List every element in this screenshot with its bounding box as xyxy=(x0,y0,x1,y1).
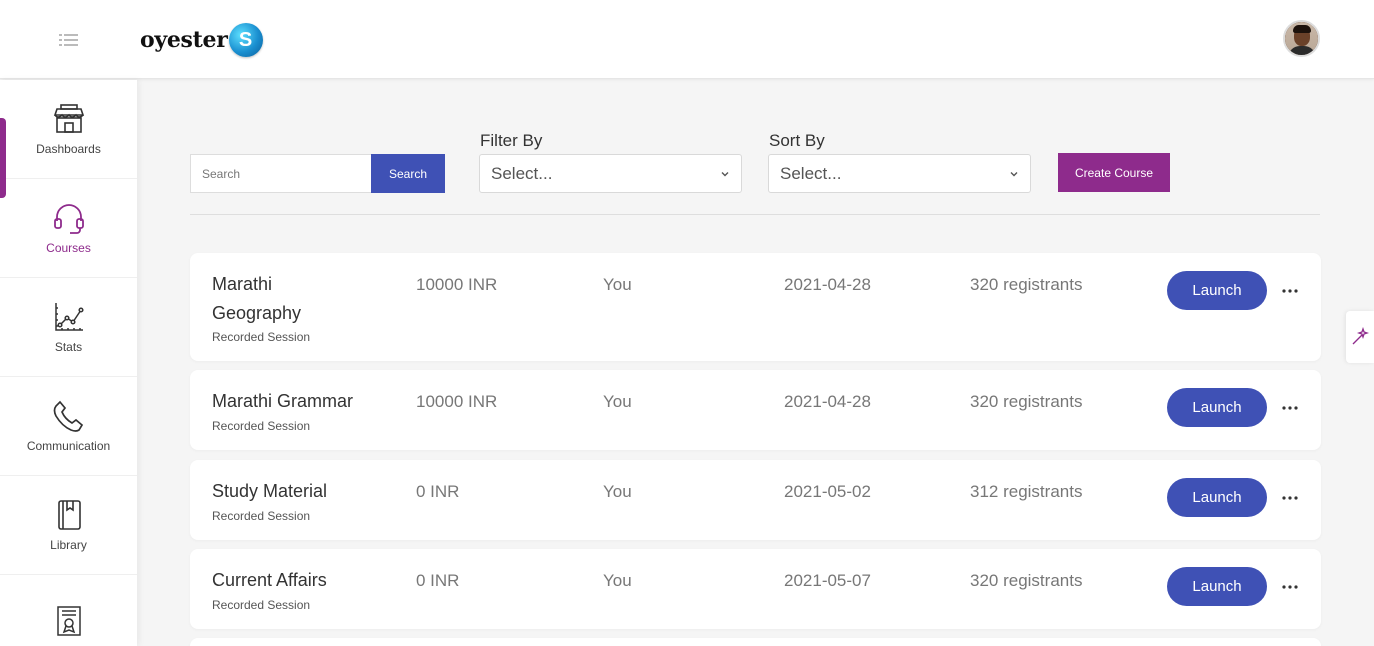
sidebar-item-certificate[interactable] xyxy=(0,575,137,646)
course-owner: You xyxy=(603,571,632,590)
launch-button[interactable]: Launch xyxy=(1167,567,1267,606)
course-owner: You xyxy=(603,275,632,294)
menu-icon[interactable] xyxy=(57,31,81,49)
phone-icon xyxy=(53,400,83,432)
more-options-icon[interactable] xyxy=(1281,286,1299,296)
course-title: Marathi Grammar xyxy=(212,391,354,411)
course-date: 2021-04-28 xyxy=(784,392,871,411)
divider xyxy=(190,214,1320,215)
course-price: 0 INR xyxy=(416,571,460,590)
headset-icon xyxy=(53,204,84,234)
magic-wand-tab[interactable] xyxy=(1346,311,1374,363)
course-registrants: 312 registrants xyxy=(970,482,1083,501)
sidebar-item-label: Courses xyxy=(46,241,91,255)
launch-button[interactable]: Launch xyxy=(1167,478,1267,517)
course-registrants: 320 registrants xyxy=(970,275,1083,294)
launch-button[interactable]: Launch xyxy=(1167,388,1267,427)
course-type: Recorded Session xyxy=(212,419,311,433)
book-icon xyxy=(57,500,81,530)
sidebar-item-label: Stats xyxy=(54,340,83,354)
course-title: Current Affairs xyxy=(212,570,327,590)
user-avatar[interactable] xyxy=(1283,20,1320,57)
sidebar-item-courses[interactable]: Courses xyxy=(0,179,137,278)
course-registrants: 320 registrants xyxy=(970,392,1083,411)
create-course-button[interactable]: Create Course xyxy=(1058,153,1170,192)
course-price: 10000 INR xyxy=(416,275,498,294)
app-logo[interactable]: oyester S xyxy=(140,22,263,58)
sidebar-item-library[interactable]: Library xyxy=(0,476,137,575)
chevron-down-icon xyxy=(1010,172,1018,177)
course-title: Study Material xyxy=(212,481,328,501)
course-price: 0 INR xyxy=(416,482,460,501)
sort-by-label: Sort By xyxy=(769,131,825,150)
sidebar: Dashboards Courses Stats Communication L… xyxy=(0,80,137,646)
course-registrants: 320 registrants xyxy=(970,571,1083,590)
launch-button[interactable]: Launch xyxy=(1167,271,1267,310)
filter-by-label: Filter By xyxy=(480,131,543,150)
course-row[interactable]: Marathi Geography Recorded Session 10000 … xyxy=(190,253,1321,361)
chart-icon xyxy=(54,303,84,331)
sidebar-item-label: Library xyxy=(50,538,87,552)
top-bar: oyester S xyxy=(0,0,1374,79)
course-row[interactable]: Current Affairs Recorded Session 0 INR Y… xyxy=(190,549,1321,629)
course-date: 2021-05-07 xyxy=(784,571,871,590)
search-button[interactable]: Search xyxy=(371,154,445,193)
filter-select[interactable]: Select... xyxy=(479,154,742,193)
course-row-partial xyxy=(190,638,1321,646)
filter-select-value: Select... xyxy=(491,163,553,183)
magic-wand-icon xyxy=(1352,327,1370,345)
course-title: Marathi Geography xyxy=(212,274,302,323)
sort-select[interactable]: Select... xyxy=(768,154,1031,193)
course-row[interactable]: Marathi Grammar Recorded Session 10000 I… xyxy=(190,370,1321,450)
filter-bar: Search Filter By Select... Sort By Selec… xyxy=(190,130,1320,200)
sidebar-item-stats[interactable]: Stats xyxy=(0,278,137,377)
active-indicator xyxy=(0,118,6,198)
course-date: 2021-04-28 xyxy=(784,275,871,294)
course-type: Recorded Session xyxy=(212,598,311,612)
course-row[interactable]: Study Material Recorded Session 0 INR Yo… xyxy=(190,460,1321,540)
search-input[interactable] xyxy=(190,154,372,193)
sort-select-value: Select... xyxy=(780,163,842,183)
sidebar-item-label: Dashboards xyxy=(36,142,101,156)
sidebar-item-label: Communication xyxy=(26,439,111,453)
course-date: 2021-05-02 xyxy=(784,482,871,501)
store-icon xyxy=(53,104,84,133)
course-owner: You xyxy=(603,482,632,501)
course-type: Recorded Session xyxy=(212,509,311,523)
more-options-icon[interactable] xyxy=(1281,582,1299,592)
course-owner: You xyxy=(603,392,632,411)
more-options-icon[interactable] xyxy=(1281,493,1299,503)
logo-badge: S xyxy=(228,23,263,57)
more-options-icon[interactable] xyxy=(1281,403,1299,413)
course-price: 10000 INR xyxy=(416,392,498,411)
chevron-down-icon xyxy=(721,172,729,177)
certificate-icon xyxy=(56,606,81,636)
logo-text: oyester xyxy=(140,27,228,53)
sidebar-item-dashboards[interactable]: Dashboards xyxy=(0,80,137,179)
course-type: Recorded Session xyxy=(212,330,311,344)
sidebar-item-communication[interactable]: Communication xyxy=(0,377,137,476)
